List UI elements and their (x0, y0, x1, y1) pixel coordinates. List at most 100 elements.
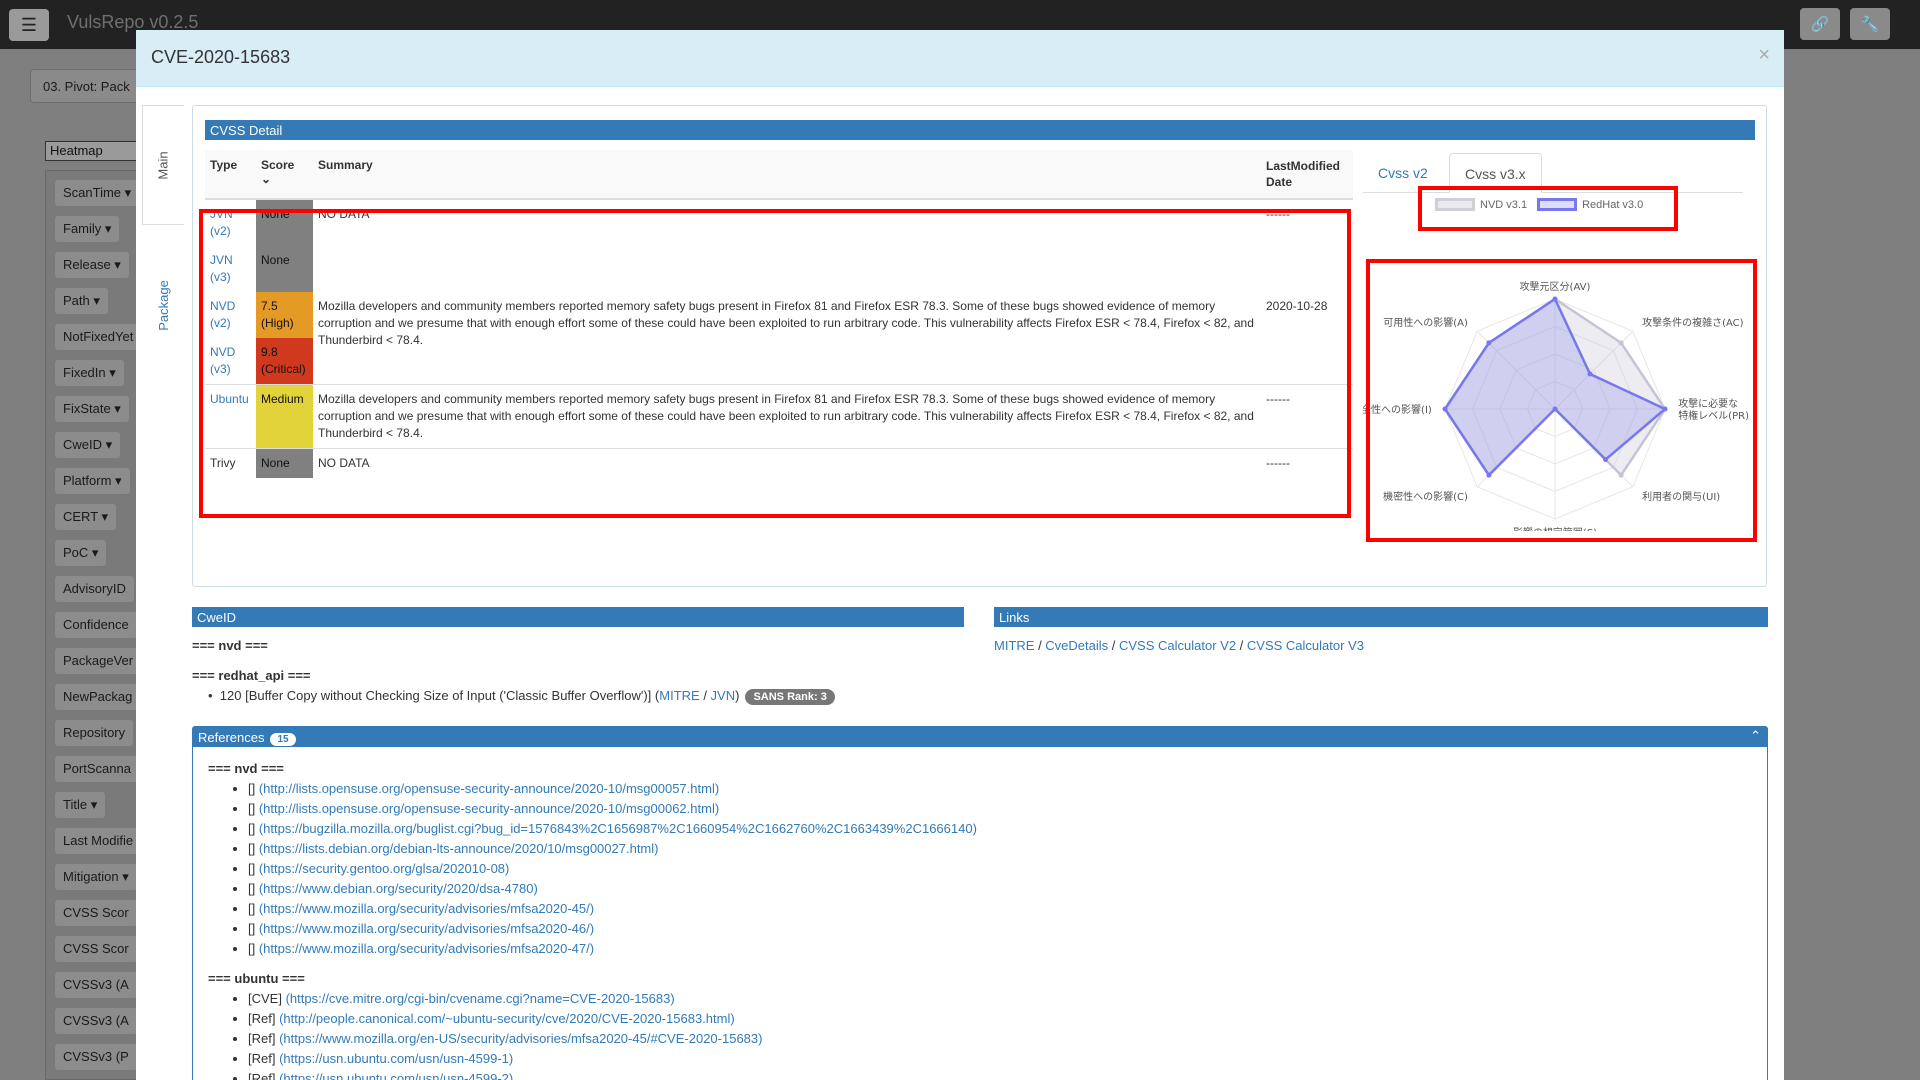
reference-prefix: [] (248, 921, 259, 936)
links-list: MITRE / CveDetails / CVSS Calculator V2 … (994, 638, 1364, 653)
reference-link[interactable]: (https://www.mozilla.org/security/adviso… (259, 901, 594, 916)
sidebar-item[interactable]: Title ▾ (55, 792, 106, 818)
cwe-jvn-link[interactable]: JVN (711, 688, 736, 703)
link-icon[interactable]: 🔗 (1800, 8, 1840, 40)
cwe-nvd-heading: === nvd === (192, 638, 268, 653)
sidebar-item[interactable]: PackageVer (55, 648, 142, 674)
reference-link[interactable]: (https://bugzilla.mozilla.org/buglist.cg… (259, 821, 977, 836)
sidebar-item[interactable]: CERT ▾ (55, 504, 117, 530)
reference-prefix: [] (248, 901, 259, 916)
col-lastmodified: LastModified Date (1261, 150, 1353, 200)
cwe-redhat-heading: === redhat_api === (192, 668, 311, 683)
sidebar-item[interactable]: CVSSv3 (A (55, 972, 137, 998)
reference-item: [] (https://bugzilla.mozilla.org/buglist… (248, 819, 1752, 839)
reference-link[interactable]: (https://usn.ubuntu.com/usn/usn-4599-1) (279, 1051, 513, 1066)
reference-link[interactable]: (http://lists.opensuse.org/opensuse-secu… (259, 801, 719, 816)
heatmap-select[interactable]: Heatmap (45, 141, 145, 161)
cwe-item: • 120 [Buffer Copy without Checking Size… (208, 688, 835, 705)
reference-prefix: [Ref] (248, 1051, 280, 1066)
tab-main[interactable]: Main (142, 105, 184, 225)
vertical-tabs: Main Package (142, 105, 184, 375)
reference-link[interactable]: (https://www.mozilla.org/security/adviso… (259, 921, 594, 936)
close-icon[interactable]: × (1758, 44, 1770, 67)
cvss-detail-panel: CVSS Detail Type Score ⌄ Summary LastModi… (192, 105, 1767, 587)
wrench-icon[interactable]: 🔧 (1850, 8, 1890, 40)
reference-prefix: [] (248, 881, 259, 896)
reference-link[interactable]: (http://lists.opensuse.org/opensuse-secu… (259, 781, 719, 796)
link-cvss-calculator-v2[interactable]: CVSS Calculator V2 (1119, 638, 1236, 653)
reference-item: [] (https://www.mozilla.org/security/adv… (248, 919, 1752, 939)
sidebar-item[interactable]: Release ▾ (55, 252, 129, 278)
sidebar-item[interactable]: PortScanna (55, 756, 139, 782)
sidebar-item[interactable]: Confidence (55, 612, 137, 638)
highlight-box-legend (1418, 186, 1678, 231)
link-mitre[interactable]: MITRE (994, 638, 1034, 653)
tab-package[interactable]: Package (142, 260, 184, 350)
ref-nvd-heading: === nvd === (208, 761, 284, 776)
reference-item: [] (https://www.mozilla.org/security/adv… (248, 939, 1752, 959)
reference-prefix: [] (248, 821, 259, 836)
reference-prefix: [] (248, 841, 259, 856)
reference-link[interactable]: (https://www.mozilla.org/security/adviso… (259, 941, 594, 956)
reference-item: [] (https://lists.debian.org/debian-lts-… (248, 839, 1752, 859)
ref-nvd-list: [] (http://lists.opensuse.org/opensuse-s… (248, 779, 1752, 959)
references-header[interactable]: References 15 ⌃ (193, 727, 1767, 747)
col-score-label: Score (261, 158, 295, 172)
sidebar-item[interactable]: ScanTime ▾ (55, 180, 140, 206)
sidebar-item[interactable]: FixedIn ▾ (55, 360, 124, 386)
reference-item: [Ref] (https://www.mozilla.org/en-US/sec… (248, 1029, 1752, 1049)
reference-prefix: [] (248, 861, 259, 876)
reference-prefix: [] (248, 801, 259, 816)
link-cvedetails[interactable]: CveDetails (1045, 638, 1108, 653)
reference-prefix: [] (248, 781, 259, 796)
tab-package-label: Package (155, 279, 171, 331)
reference-item: [Ref] (https://usn.ubuntu.com/usn/usn-45… (248, 1069, 1752, 1080)
reference-link[interactable]: (https://security.gentoo.org/glsa/202010… (259, 861, 510, 876)
reference-prefix: [Ref] (248, 1011, 280, 1026)
menu-icon[interactable]: ☰ (9, 9, 49, 41)
sidebar-item[interactable]: CVSSv3 (P (55, 1044, 137, 1070)
reference-link[interactable]: (http://people.canonical.com/~ubuntu-sec… (279, 1011, 735, 1026)
sidebar-item[interactable]: Family ▾ (55, 216, 120, 242)
link-cvss-calculator-v3[interactable]: CVSS Calculator V3 (1247, 638, 1364, 653)
reference-item: [] (https://www.debian.org/security/2020… (248, 879, 1752, 899)
sidebar-item[interactable]: AdvisoryID (55, 576, 134, 602)
references-body: === nvd === [] (http://lists.opensuse.or… (193, 747, 1767, 1080)
sidebar-item[interactable]: FixState ▾ (55, 396, 129, 422)
cve-detail-modal: CVE-2020-15683 × Main Package CVSS Detai… (136, 30, 1784, 1080)
cwe-item-text: 120 [Buffer Copy without Checking Size o… (219, 688, 660, 703)
references-count-badge: 15 (270, 733, 296, 746)
col-score[interactable]: Score ⌄ (256, 150, 313, 200)
sidebar-item[interactable]: NotFixedYet (55, 324, 142, 350)
ref-ubuntu-heading: === ubuntu === (208, 971, 305, 986)
reference-item: [] (https://security.gentoo.org/glsa/202… (248, 859, 1752, 879)
reference-link[interactable]: (https://usn.ubuntu.com/usn/usn-4599-2) (279, 1071, 513, 1080)
reference-prefix: [] (248, 941, 259, 956)
sidebar-item[interactable]: CVSSv3 (A (55, 1008, 137, 1034)
cwe-mitre-link[interactable]: MITRE (659, 688, 699, 703)
sidebar-item[interactable]: CVSS Scor (55, 936, 137, 962)
reference-link[interactable]: (https://www.mozilla.org/en-US/security/… (279, 1031, 762, 1046)
cwe-close-paren: ) (735, 688, 740, 703)
sidebar-item[interactable]: Platform ▾ (55, 468, 130, 494)
sidebar-item[interactable]: Mitigation ▾ (55, 864, 137, 890)
reference-link[interactable]: (https://www.debian.org/security/2020/ds… (259, 881, 538, 896)
reference-item: [Ref] (https://usn.ubuntu.com/usn/usn-45… (248, 1049, 1752, 1069)
modal-title: CVE-2020-15683 (151, 47, 291, 67)
highlight-box-table (199, 209, 1351, 518)
sidebar-item[interactable]: CweID ▾ (55, 432, 121, 458)
reference-link[interactable]: (https://lists.debian.org/debian-lts-ann… (259, 841, 659, 856)
reference-link[interactable]: (https://cve.mitre.org/cgi-bin/cvename.c… (286, 991, 675, 1006)
sidebar-item[interactable]: Path ▾ (55, 288, 108, 314)
sort-icon[interactable]: ⌄ (261, 172, 271, 186)
sidebar-item[interactable]: Last Modifie (55, 828, 142, 854)
sidebar-item[interactable]: CVSS Scor (55, 900, 137, 926)
ref-ubuntu-list: [CVE] (https://cve.mitre.org/cgi-bin/cve… (248, 989, 1752, 1080)
references-panel: References 15 ⌃ === nvd === [] (http://li… (192, 726, 1768, 1080)
highlight-box-radar (1366, 259, 1757, 542)
sidebar-item[interactable]: NewPackag (55, 684, 141, 710)
chevron-up-icon[interactable]: ⌃ (1750, 728, 1761, 744)
sidebar-item[interactable]: PoC ▾ (55, 540, 107, 566)
sidebar-item[interactable]: Repository (55, 720, 134, 746)
col-type: Type (205, 150, 256, 200)
